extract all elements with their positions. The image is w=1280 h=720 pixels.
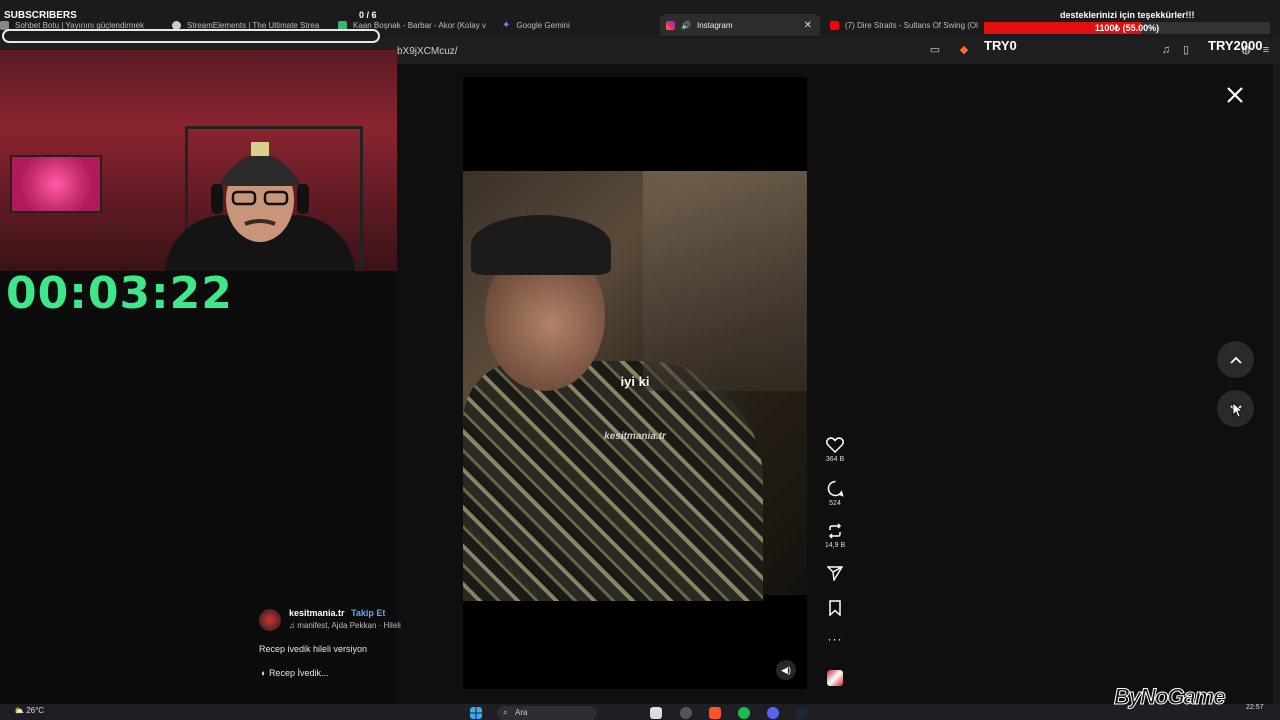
instagram-favicon-icon bbox=[666, 20, 675, 30]
video-watermark: kesitmania.tr bbox=[604, 431, 666, 442]
comment-button[interactable]: 524 bbox=[820, 480, 850, 507]
discord-icon[interactable] bbox=[767, 707, 779, 719]
comment-icon bbox=[827, 480, 844, 497]
music-icon[interactable]: ♫ bbox=[1160, 44, 1172, 56]
windows-start-icon[interactable] bbox=[470, 707, 482, 719]
effect-icon: ◐ bbox=[261, 668, 269, 678]
donation-goal-bar: 1100₺ (55.00%) bbox=[984, 22, 1270, 34]
subscribers-goal-bar bbox=[2, 29, 380, 43]
speaker-icon: ◀) bbox=[781, 665, 791, 675]
weather-widget[interactable]: ⛅ 26°C bbox=[14, 706, 44, 715]
post-caption: Recep ivedik hileli versiyon bbox=[259, 644, 368, 654]
tab-dire-straits[interactable]: (7) Dire Straits - Sultans Of Swing (Ol bbox=[830, 14, 980, 36]
repost-button[interactable]: 14,9 B bbox=[820, 523, 850, 549]
speaker-icon: 🔊 bbox=[681, 20, 691, 30]
windows-taskbar bbox=[0, 704, 1280, 720]
close-icon[interactable] bbox=[1224, 84, 1246, 106]
taskbar-clock: 22:57 bbox=[1246, 704, 1264, 711]
brave-shield-icon[interactable]: ◆ bbox=[958, 44, 970, 56]
video-window bbox=[643, 171, 807, 391]
tab-label: (7) Dire Straits - Sultans Of Swing (Ol bbox=[845, 20, 978, 30]
donation-goal-message: desteklerinizi için teşekkürler!!! bbox=[1060, 10, 1195, 20]
webcam-background-screen bbox=[10, 155, 102, 213]
spotify-icon[interactable] bbox=[738, 707, 750, 719]
send-icon bbox=[827, 566, 843, 581]
page-scrollbar[interactable] bbox=[1273, 64, 1280, 704]
bynogame-watermark: ByNoGame bbox=[1114, 684, 1227, 710]
donation-goal-max: TRY2000 bbox=[1208, 38, 1263, 53]
comment-count: 524 bbox=[829, 500, 841, 507]
taskbar-search[interactable]: ⌕ Ara bbox=[497, 706, 597, 720]
mouse-cursor-icon bbox=[1232, 402, 1244, 418]
music-note-icon: ♫ bbox=[289, 621, 298, 630]
tab-close-icon[interactable]: ✕ bbox=[804, 20, 812, 31]
like-count: 364 B bbox=[825, 456, 845, 463]
weather-temperature: 26°C bbox=[26, 706, 45, 715]
donation-goal-min: TRY0 bbox=[984, 38, 1017, 53]
avatar[interactable] bbox=[259, 609, 281, 631]
url-text[interactable]: bX9jXCMcuz/ bbox=[397, 46, 458, 57]
brave-browser-icon[interactable] bbox=[709, 707, 721, 719]
save-button[interactable] bbox=[820, 600, 850, 616]
gemini-sparkle-icon: ✦ bbox=[502, 19, 511, 31]
chevron-up-icon bbox=[1229, 356, 1242, 364]
repost-icon bbox=[828, 523, 842, 539]
repost-count: 14,9 B bbox=[824, 542, 846, 549]
video-subject-shirt bbox=[463, 361, 763, 601]
post-effect[interactable]: ◐ Recep İvedik... bbox=[261, 668, 328, 678]
search-icon: ⌕ bbox=[503, 708, 508, 717]
like-button[interactable]: 364 B bbox=[820, 437, 850, 463]
post-effect-label: Recep İvedik... bbox=[268, 668, 329, 678]
bookmark-icon bbox=[829, 600, 841, 616]
share-button[interactable] bbox=[820, 566, 850, 581]
post-username[interactable]: kesitmania.tr bbox=[289, 608, 345, 618]
cast-icon[interactable]: ▭ bbox=[929, 44, 941, 56]
post-music[interactable]: ♫ manifest, Ajda Pekkan · Hileli bbox=[289, 621, 401, 630]
video-subtitle: iyi ki bbox=[620, 374, 650, 389]
previous-reel-button[interactable] bbox=[1217, 341, 1254, 378]
tab-label: Google Gemini bbox=[516, 20, 570, 30]
settings-gear-icon[interactable] bbox=[680, 707, 692, 719]
tab-instagram[interactable]: 🔊 Instagram ✕ bbox=[660, 14, 820, 36]
subscribers-goal-count: 0 / 6 bbox=[359, 10, 377, 20]
youtube-favicon-icon bbox=[830, 20, 839, 30]
weather-cloud-icon: ⛅ bbox=[14, 706, 24, 715]
webcam-feed bbox=[0, 50, 397, 271]
mute-button[interactable]: ◀) bbox=[776, 660, 796, 680]
more-options-icon[interactable]: ··· bbox=[820, 632, 850, 646]
follow-button[interactable]: Takip Et bbox=[351, 608, 385, 618]
reel-video[interactable]: iyi ki kesitmania.tr ◀) bbox=[463, 77, 807, 689]
post-music-label: manifest, Ajda Pekkan · Hileli bbox=[297, 621, 401, 630]
tab-label: Instagram bbox=[696, 20, 733, 30]
donation-goal-text: 1100₺ (55.00%) bbox=[1094, 23, 1160, 33]
steam-icon[interactable] bbox=[796, 707, 808, 719]
sidebar-icon[interactable]: ▯ bbox=[1180, 44, 1192, 56]
webcam-streamer bbox=[211, 142, 309, 242]
stream-timer: 00:03:22 bbox=[6, 268, 233, 319]
file-explorer-icon[interactable] bbox=[650, 707, 662, 719]
tab-google-gemini[interactable]: ✦ Google Gemini bbox=[502, 14, 642, 36]
heart-icon bbox=[826, 437, 844, 453]
audio-thumbnail[interactable] bbox=[827, 670, 843, 686]
subscribers-goal-label: SUBSCRIBERS bbox=[4, 10, 77, 21]
video-subject-cap bbox=[471, 215, 611, 275]
search-placeholder: Ara bbox=[515, 708, 528, 717]
